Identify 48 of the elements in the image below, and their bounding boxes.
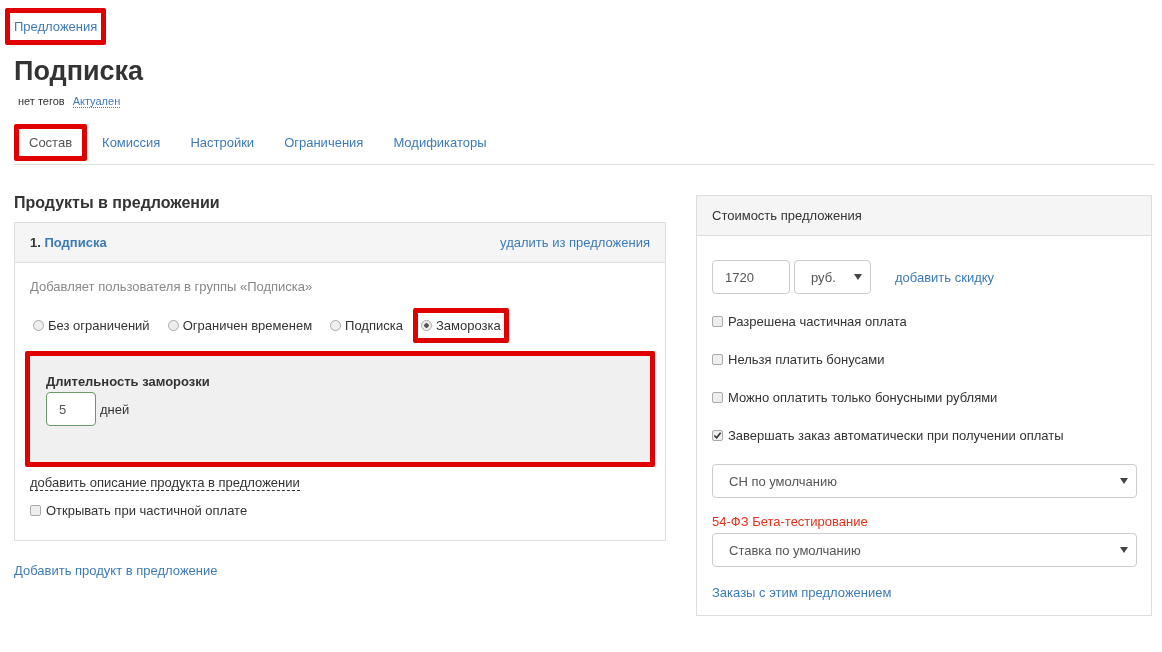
tags-label: нет тегов (18, 95, 65, 108)
vat-rate-select[interactable]: Ставка по умолчанию (712, 533, 1137, 567)
breadcrumb-link[interactable]: Предложения (5, 8, 107, 45)
checkbox[interactable] (30, 505, 41, 516)
freeze-label: Длительность заморозки (46, 374, 211, 389)
page-title: Подписка (14, 56, 145, 87)
checkbox-label: Разрешена частичная оплата (728, 313, 907, 329)
add-discount-link[interactable]: добавить скидку (895, 269, 995, 285)
access-option[interactable]: Без ограничений (25, 308, 158, 343)
tab[interactable]: Ограничения (269, 123, 379, 161)
days-unit: дней (100, 401, 130, 417)
tab[interactable]: Модификаторы (378, 123, 502, 161)
caret-icon (1120, 547, 1128, 553)
radio-button[interactable] (33, 320, 44, 331)
tab[interactable]: Настройки (175, 123, 270, 161)
orders-link[interactable]: Заказы с этим предложением (712, 585, 892, 600)
add-description-link[interactable]: добавить описание продукта в предложении (30, 475, 300, 491)
caret-icon (1120, 478, 1128, 484)
remove-link[interactable]: удалить из предложения (500, 235, 650, 250)
checkbox-label: Завершать заказ автоматически при получении оплаты (728, 427, 1064, 443)
product-link[interactable]: Подписка (44, 235, 107, 250)
checkbox-label: Открывать при частичной оплате (46, 503, 248, 518)
product-name: 1. Подписка (30, 235, 107, 250)
days-input[interactable]: 5 (46, 392, 96, 426)
checkbox-label: Нельзя платить бонусами (728, 351, 885, 367)
radio-button[interactable] (420, 320, 432, 331)
checkbox[interactable] (712, 391, 723, 403)
checkbox[interactable] (712, 353, 723, 365)
tab[interactable]: Комиссия (87, 123, 176, 161)
add-product-link[interactable]: Добавить продукт в предложение (14, 563, 218, 578)
product-description: Добавляет пользователя в группы «Подписка» (29, 279, 314, 294)
caret-icon (854, 274, 862, 280)
checkbox[interactable] (712, 315, 723, 327)
price-input[interactable]: 1720 (712, 260, 790, 294)
checkbox[interactable] (712, 429, 723, 441)
checkbox-label: Можно оплатить только бонусными рублями (728, 389, 998, 405)
radio-button[interactable] (330, 320, 342, 331)
tab[interactable]: Состав (14, 123, 88, 161)
beta-label: 54-ФЗ Бета-тестирование (712, 514, 869, 529)
access-option[interactable]: Заморозка (412, 308, 509, 343)
radio-button[interactable] (167, 320, 179, 331)
tax-system-select[interactable]: СН по умолчанию (712, 464, 1137, 498)
access-option[interactable]: Ограничен временем (159, 308, 321, 343)
access-option[interactable]: Подписка (322, 308, 411, 343)
currency-select[interactable]: руб. (794, 260, 871, 294)
section-heading: Продукты в предложении (14, 194, 221, 212)
panel-heading: Стоимость предложения (697, 196, 1151, 236)
status-link[interactable]: Актуален (72, 95, 121, 108)
